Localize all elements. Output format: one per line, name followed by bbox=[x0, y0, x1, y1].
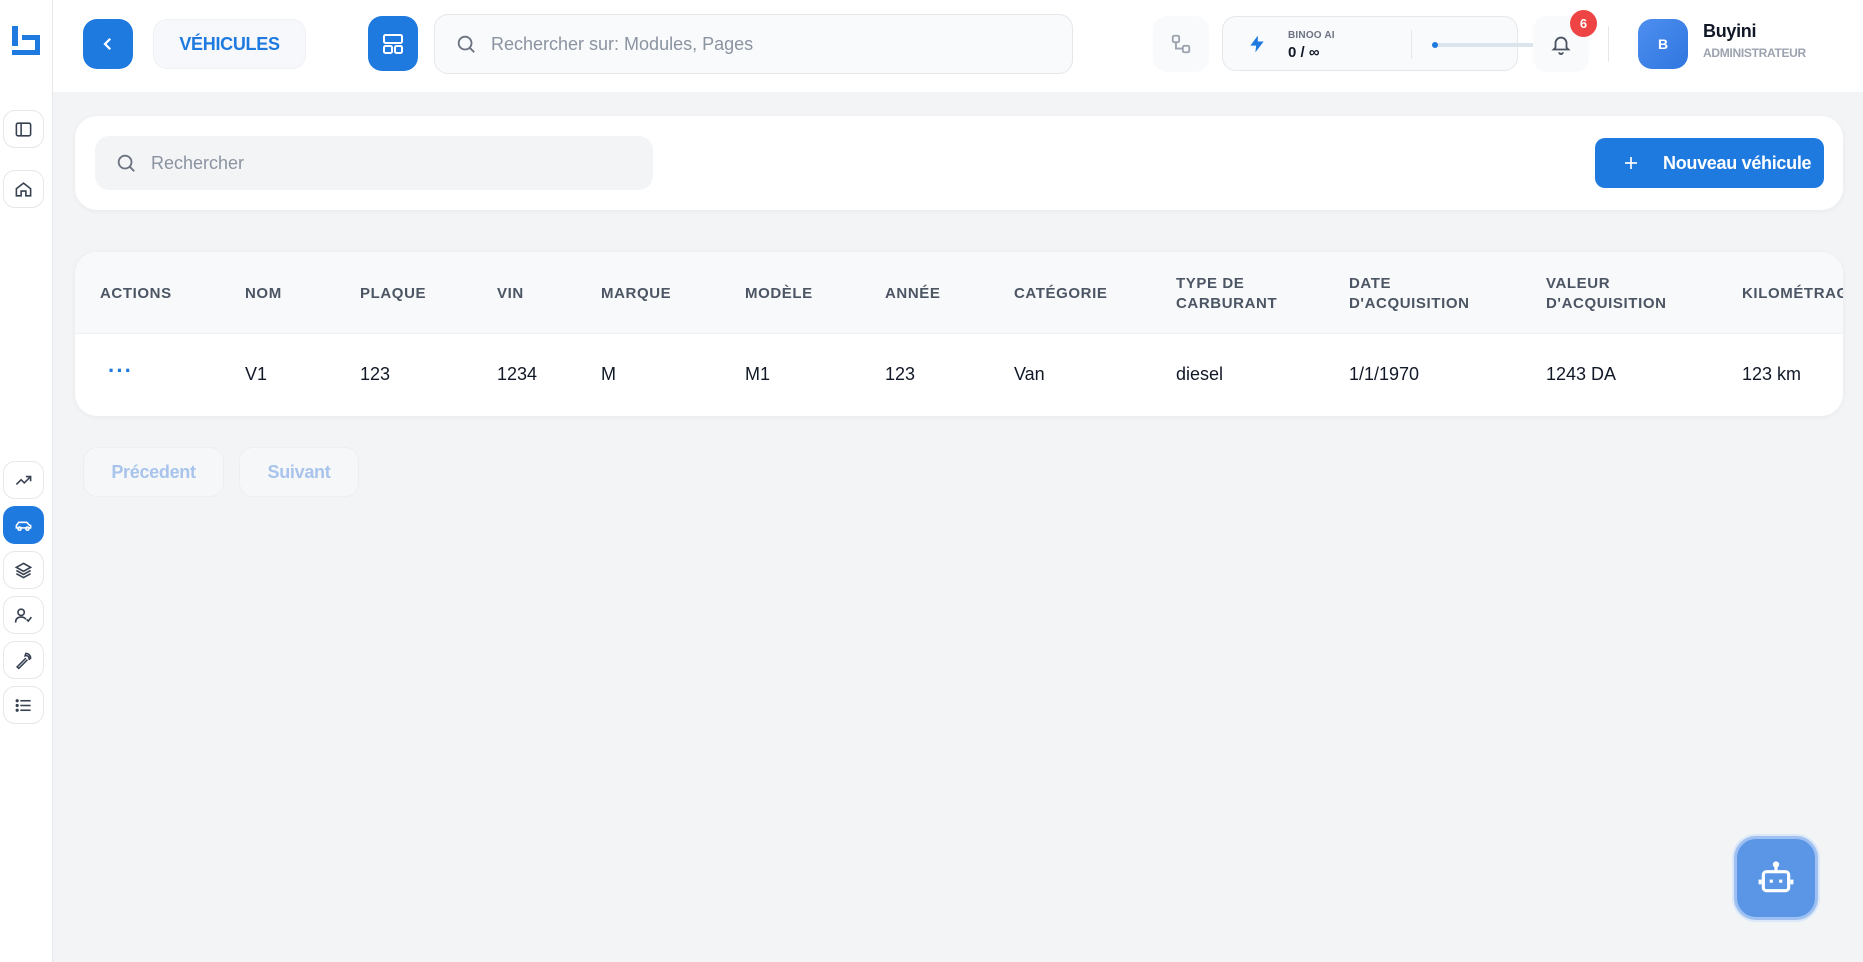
avatar[interactable]: B bbox=[1638, 19, 1688, 69]
bot-icon bbox=[1758, 861, 1794, 893]
plus-icon bbox=[1625, 157, 1637, 169]
column-header-vin[interactable]: VIN bbox=[497, 274, 524, 314]
layout-button[interactable] bbox=[368, 16, 418, 71]
global-search bbox=[434, 14, 1073, 74]
user-check-icon bbox=[14, 607, 33, 623]
row-actions-button[interactable]: ··· bbox=[108, 358, 133, 384]
column-header-date-acquisition[interactable]: DATE D'ACQUISITION bbox=[1349, 274, 1470, 314]
top-bar: VÉHICULES BINOO AI 0 / ∞ 6 B Buyini ADMI… bbox=[53, 0, 1863, 92]
list-icon bbox=[15, 698, 31, 712]
cell-modele: M1 bbox=[745, 364, 771, 384]
vehicles-table: ACTIONS NOM PLAQUE VIN MARQUE MODÈLE ANN… bbox=[75, 252, 1843, 416]
home-icon bbox=[15, 181, 32, 197]
rail-item-layers[interactable] bbox=[3, 551, 44, 589]
bolt-icon bbox=[1250, 35, 1264, 53]
search-icon bbox=[457, 35, 475, 53]
global-search-input[interactable] bbox=[491, 33, 1051, 55]
layers-icon bbox=[14, 561, 33, 579]
next-page-button[interactable]: Suivant bbox=[239, 447, 359, 497]
ai-usage-box[interactable]: BINOO AI 0 / ∞ bbox=[1222, 16, 1550, 71]
column-header-nom[interactable]: NOM bbox=[245, 274, 282, 314]
cell-marque: M bbox=[601, 364, 616, 384]
breadcrumb[interactable]: VÉHICULES bbox=[153, 19, 306, 69]
previous-page-button[interactable]: Précedent bbox=[83, 447, 224, 497]
column-header-kilometrage[interactable]: KILOMÉTRAG bbox=[1742, 274, 1843, 314]
workspace-switch-button[interactable] bbox=[1153, 16, 1209, 72]
assistant-bot-button[interactable] bbox=[1734, 836, 1818, 920]
cell-categorie: Van bbox=[1014, 364, 1045, 384]
column-header-categorie[interactable]: CATÉGORIE bbox=[1014, 274, 1107, 314]
logo-icon[interactable] bbox=[9, 22, 45, 58]
column-header-valeur-acquisition[interactable]: VALEUR D'ACQUISITION bbox=[1546, 274, 1667, 314]
table-header: ACTIONS NOM PLAQUE VIN MARQUE MODÈLE ANN… bbox=[75, 252, 1843, 334]
bell-icon bbox=[1551, 36, 1571, 55]
rail-item-vehicles[interactable] bbox=[3, 506, 44, 544]
notification-badge: 6 bbox=[1570, 10, 1597, 37]
cell-carburant: diesel bbox=[1176, 364, 1224, 384]
user-role: ADMINISTRATEUR bbox=[1703, 46, 1806, 60]
filter-card: Nouveau véhicule bbox=[75, 116, 1843, 210]
ai-divider bbox=[1411, 30, 1412, 59]
column-header-annee[interactable]: ANNÉE bbox=[885, 274, 941, 314]
back-button[interactable] bbox=[83, 19, 133, 69]
sidebar-toggle-button[interactable] bbox=[3, 110, 44, 148]
column-header-carburant[interactable]: TYPE DE CARBURANT bbox=[1176, 274, 1277, 314]
table-row[interactable]: ··· V1 123 1234 M M1 123 Van diesel 1/1/… bbox=[75, 334, 1843, 416]
home-button[interactable] bbox=[3, 170, 44, 208]
trending-icon bbox=[15, 475, 32, 485]
car-icon bbox=[15, 521, 32, 531]
ai-label: BINOO AI bbox=[1288, 30, 1335, 41]
layout-icon bbox=[383, 33, 403, 54]
header-divider bbox=[1608, 26, 1609, 62]
vehicle-search bbox=[95, 136, 653, 190]
new-vehicle-label: Nouveau véhicule bbox=[1663, 152, 1812, 173]
chevron-left-icon bbox=[103, 37, 112, 51]
cell-date-acquisition: 1/1/1970 bbox=[1349, 364, 1420, 384]
ai-usage-value: 0 / ∞ bbox=[1288, 44, 1320, 61]
vehicle-search-input[interactable] bbox=[151, 152, 631, 174]
ai-usage-fill bbox=[1432, 42, 1438, 48]
sidebar-toggle-icon bbox=[15, 121, 32, 137]
cell-nom: V1 bbox=[245, 364, 268, 384]
rail-item-maintenance[interactable] bbox=[3, 641, 44, 679]
column-header-modele[interactable]: MODÈLE bbox=[745, 274, 813, 314]
search-icon bbox=[117, 154, 135, 172]
user-name[interactable]: Buyini bbox=[1703, 21, 1757, 42]
wrench-icon bbox=[16, 652, 32, 670]
rail-item-statistics[interactable] bbox=[3, 461, 44, 499]
column-header-marque[interactable]: MARQUE bbox=[601, 274, 671, 314]
column-header-actions[interactable]: ACTIONS bbox=[100, 274, 172, 314]
rail-item-list[interactable] bbox=[3, 686, 44, 724]
new-vehicle-button[interactable]: Nouveau véhicule bbox=[1595, 138, 1824, 188]
rail-item-drivers[interactable] bbox=[3, 596, 44, 634]
switch-icon bbox=[1171, 34, 1191, 54]
cell-kilometrage: 123 km bbox=[1742, 364, 1802, 384]
cell-valeur-acquisition: 1243 DA bbox=[1546, 364, 1617, 384]
column-header-plaque[interactable]: PLAQUE bbox=[360, 274, 426, 314]
cell-vin: 1234 bbox=[497, 364, 538, 384]
cell-annee: 123 bbox=[885, 364, 916, 384]
cell-plaque: 123 bbox=[360, 364, 391, 384]
left-rail bbox=[0, 0, 53, 962]
